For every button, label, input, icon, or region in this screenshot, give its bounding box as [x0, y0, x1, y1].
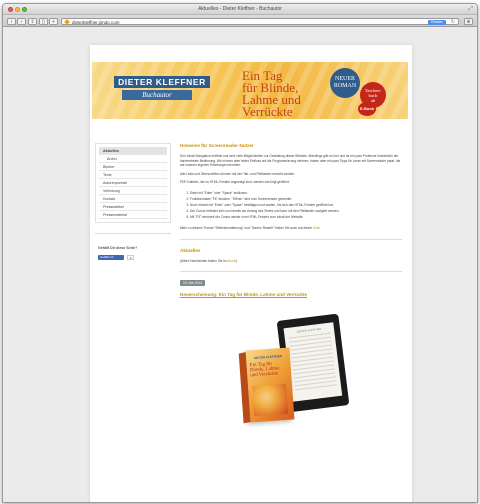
- sidebar-item-archiv[interactable]: Archiv: [99, 155, 167, 163]
- sidebar-item-aktuelles[interactable]: Aktuelles: [99, 147, 167, 155]
- archive-note-suffix: ): [236, 258, 238, 263]
- reader-button[interactable]: Reader: [428, 19, 446, 25]
- post-title-link[interactable]: Neuerscheinung: Ein Tag für Blinde, Lahm…: [180, 292, 402, 297]
- divider: [180, 238, 402, 240]
- address-bar[interactable]: dieterkleffner.jimdo.com Reader ↻: [61, 17, 459, 25]
- like-box: Gefällt Dir diese Seite? Gefällt mir 0: [95, 233, 171, 287]
- page-container: DIETER KLEFFNER Buchautor Ein Tag für Bl…: [90, 45, 412, 502]
- list-item: Noch einmal mit "Enter" oder "Space" bes…: [190, 203, 402, 208]
- sidebar-item-verlinkung[interactable]: Verlinkung: [99, 187, 167, 195]
- book-cover-title: Ein Tag für Blinde, Lahme und Verrückte: [249, 361, 280, 379]
- sidebar: Aktuelles Archiv Bücher Texte Autorenpor…: [95, 143, 171, 287]
- subtitle-box: Buchautor: [122, 90, 192, 100]
- sidebar-item-pressematerial[interactable]: Pressematerial: [99, 211, 167, 219]
- main-content: Hinweise für Screenreader-Nutzer Den Inh…: [180, 143, 402, 426]
- archive-note-text: (Ältere Nachrichten finden Sie im: [180, 258, 228, 263]
- sidebar-item-buecher[interactable]: Bücher: [99, 163, 167, 171]
- like-row: Gefällt mir 0: [95, 255, 171, 261]
- news-heading: Aktuelles: [180, 247, 201, 253]
- tab-hint-paragraph: Alle Links und Überschriften können mit …: [180, 171, 296, 176]
- like-question: Gefällt Dir diese Seite?: [98, 246, 138, 250]
- sidebar-item-presseartikel[interactable]: Presseartikel: [99, 203, 167, 211]
- header-banner[interactable]: DIETER KLEFFNER Buchautor Ein Tag für Bl…: [92, 62, 408, 119]
- ebook-badge: E-Book: [358, 102, 376, 116]
- sidebar-item-texte[interactable]: Texte: [99, 171, 167, 179]
- pdf-steps-list: Datei mit "Enter" oder "Space" anklicken…: [190, 191, 402, 220]
- intro-paragraph: Den Inhalt-Navigation eröffnet uns sehr …: [180, 154, 401, 168]
- book-cover-author: DIETER KLEFFNER: [254, 354, 283, 361]
- browser-toolbar: ‹ › ⇪ ▯ + dieterkleffner.jimdo.com Reade…: [3, 15, 477, 27]
- divider: [180, 271, 402, 273]
- badge-line: NEUER: [335, 76, 355, 82]
- list-item: Der Cursor befindet sich nun bereits am …: [190, 209, 402, 214]
- add-tab-icon[interactable]: +: [49, 17, 58, 25]
- web-viewport[interactable]: DIETER KLEFFNER Buchautor Ein Tag für Bl…: [3, 27, 477, 502]
- banner-author: DIETER KLEFFNER: [118, 77, 206, 87]
- pdf-hint-paragraph: PDF-Dateien, die im HTML-Fenster angezei…: [180, 180, 290, 185]
- more-info-text: Mehr zu diesem Thema "Seitenformatierung…: [180, 225, 313, 230]
- post-date-badge: 10. Nov 2014: [180, 280, 205, 287]
- sidebar-item-kontakt[interactable]: Kontakt: [99, 195, 167, 203]
- more-info-link[interactable]: Seite: [313, 226, 320, 230]
- site-favicon-icon: [64, 19, 70, 25]
- paperback-book-image: DIETER KLEFFNER Ein Tag für Blinde, Lahm…: [238, 347, 295, 424]
- sidebar-nav: Aktuelles Archiv Bücher Texte Autorenpor…: [95, 143, 171, 223]
- list-item: Mit "F5" wechselt der Cursor wieder vom …: [190, 215, 402, 220]
- reload-icon[interactable]: ↻: [451, 19, 455, 25]
- new-novel-badge: NEUER ROMAN: [330, 68, 360, 98]
- title-bar: Aktuelles - Dieter Kleffner - Buchautor …: [3, 4, 477, 15]
- window-title: Aktuelles - Dieter Kleffner - Buchautor: [198, 6, 282, 12]
- author-box: DIETER KLEFFNER: [114, 76, 210, 88]
- banner-subtitle: Buchautor: [142, 91, 172, 99]
- back-button[interactable]: ‹: [7, 17, 16, 25]
- badge-line: ROMAN: [333, 83, 357, 89]
- like-count: 0: [127, 255, 135, 260]
- browser-window: Aktuelles - Dieter Kleffner - Buchautor …: [2, 3, 478, 503]
- downloads-icon[interactable]: ⊕: [464, 17, 473, 25]
- list-item: Datei mit "Enter" oder "Space" anklicken…: [190, 191, 402, 196]
- fullscreen-icon[interactable]: ⤢: [468, 6, 473, 13]
- list-item: Funktionstaste "F6" drücken. "Öffnen" wi…: [190, 197, 402, 202]
- banner-title-line: Verrückte: [242, 104, 293, 119]
- book-product-image[interactable]: DIETER KLEFFNER DIETER KLEFFNER Ein Tag …: [180, 301, 402, 426]
- sidebar-item-autorenportrait[interactable]: Autorenportrait: [99, 179, 167, 187]
- url-text[interactable]: dieterkleffner.jimdo.com: [72, 20, 119, 25]
- archive-note: (Ältere Nachrichten finden Sie im Archiv…: [180, 259, 402, 264]
- share-icon[interactable]: ⇪: [28, 17, 37, 25]
- facebook-like-button[interactable]: Gefällt mir: [98, 255, 124, 260]
- forward-button[interactable]: ›: [17, 17, 26, 25]
- sidebar-toggle-icon[interactable]: ▯: [39, 17, 48, 25]
- screenreader-heading: Hinweise für Screenreader-Nutzer: [180, 143, 254, 148]
- book-cover-art: [252, 384, 289, 417]
- more-info-paragraph: Mehr zu diesem Thema "Seitenformatierung…: [180, 226, 402, 231]
- archive-link[interactable]: Archiv: [227, 259, 236, 263]
